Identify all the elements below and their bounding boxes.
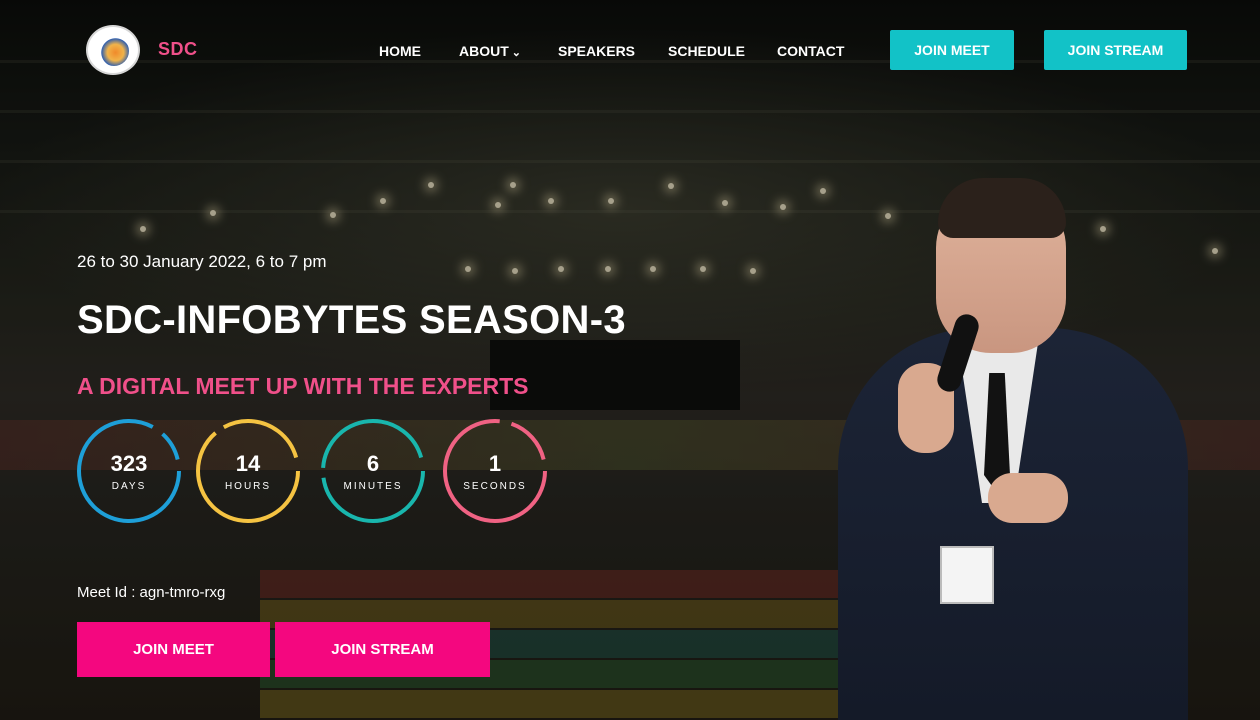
nav-join-stream-button[interactable]: JOIN STREAM <box>1044 30 1187 70</box>
countdown-seconds-value: 1 <box>488 451 502 476</box>
countdown-minutes-label: MINUTES <box>343 481 403 492</box>
event-date: 26 to 30 January 2022, 6 to 7 pm <box>77 252 327 271</box>
nav-item-speakers[interactable]: SPEAKERS <box>558 43 635 59</box>
nav-item-contact[interactable]: CONTACT <box>777 43 844 59</box>
countdown-minutes: 6 MINUTES <box>320 418 426 524</box>
college-emblem-icon[interactable] <box>86 25 140 75</box>
countdown-hours-label: HOURS <box>224 481 272 492</box>
event-subtitle: A DIGITAL MEET UP WITH THE EXPERTS <box>77 373 529 399</box>
nav-item-home[interactable]: HOME <box>379 43 421 59</box>
countdown-seconds-label: SECONDS <box>463 481 527 492</box>
countdown-seconds: 1 SECONDS <box>442 418 548 524</box>
countdown-days-label: DAYS <box>111 481 147 492</box>
event-title: SDC-INFOBYTES SEASON-3 <box>77 298 626 342</box>
meet-id-label: Meet Id : <box>77 584 136 601</box>
join-meet-button[interactable]: JOIN MEET <box>77 622 270 677</box>
speaker-photo <box>838 178 1188 720</box>
countdown-minutes-value: 6 <box>366 451 380 476</box>
nav-join-meet-button[interactable]: JOIN MEET <box>890 30 1014 70</box>
join-stream-button[interactable]: JOIN STREAM <box>275 622 490 677</box>
top-navbar: SDC HOME ABOUT ⌄ SPEAKERS SCHEDULE CONTAC… <box>0 0 1260 100</box>
meet-id: Meet Id : agn-tmro-rxg <box>77 584 225 601</box>
nav-item-about[interactable]: ABOUT ⌄ <box>459 43 521 59</box>
nav-item-schedule[interactable]: SCHEDULE <box>668 43 745 59</box>
countdown-hours-value: 14 <box>235 451 261 476</box>
countdown-hours: 14 HOURS <box>195 418 301 524</box>
nav-item-about-label: ABOUT <box>459 43 509 59</box>
countdown-days-value: 323 <box>110 451 148 476</box>
chevron-down-icon: ⌄ <box>511 47 521 59</box>
meet-id-value: agn-tmro-rxg <box>139 584 226 601</box>
brand-name[interactable]: SDC <box>158 39 198 60</box>
countdown-days: 323 DAYS <box>76 418 182 524</box>
